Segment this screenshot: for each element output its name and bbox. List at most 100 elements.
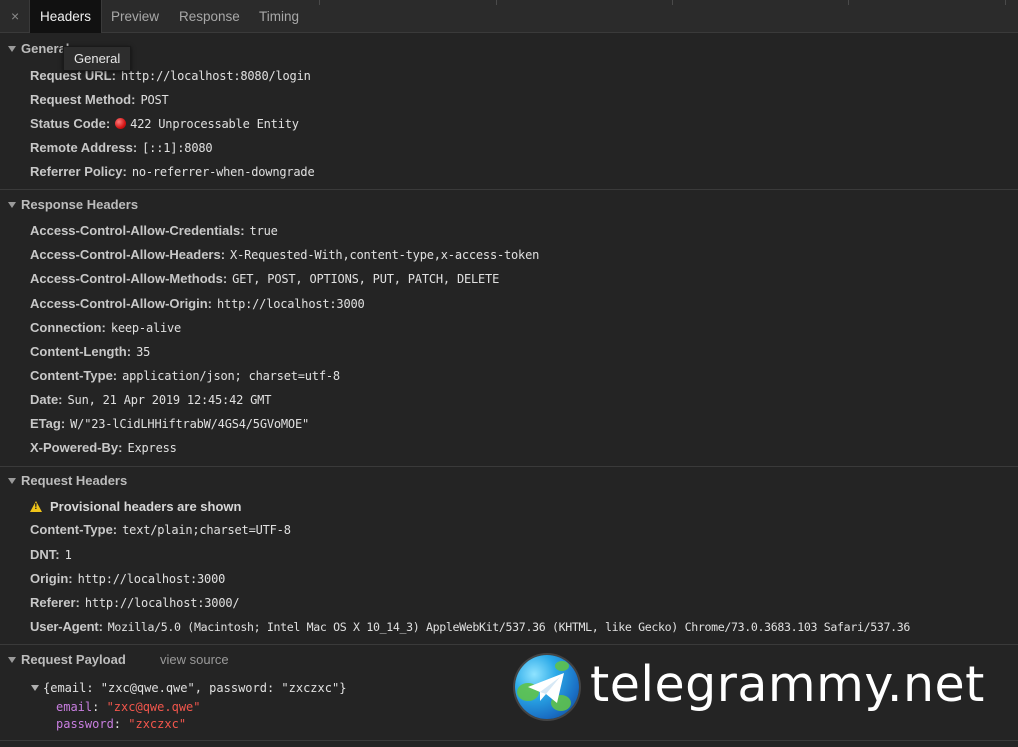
header-row: ETag: W/"23-lCidLHHiftrabW/4GS4/5GVoMOE"	[30, 415, 309, 433]
header-value: W/"23-lCidLHHiftrabW/4GS4/5GVoMOE"	[70, 417, 309, 431]
section-request-payload-header[interactable]: Request Payload	[8, 651, 126, 669]
disclosure-triangle-icon	[8, 202, 16, 208]
header-value: http://localhost:3000	[77, 572, 226, 586]
tab-response[interactable]: Response	[169, 0, 250, 33]
header-value: Mozilla/5.0 (Macintosh; Intel Mac OS X 1…	[107, 620, 911, 634]
header-row: Request Method: POST	[30, 91, 169, 109]
header-name: Referrer Policy:	[30, 164, 127, 179]
header-name: Request Method:	[30, 92, 136, 107]
section-divider	[0, 644, 1018, 645]
section-title: Request Payload	[21, 652, 126, 667]
header-name: ETag:	[30, 416, 66, 431]
disclosure-triangle-icon	[8, 46, 16, 52]
header-row: Access-Control-Allow-Methods: GET, POST, …	[30, 270, 499, 288]
header-name: Status Code:	[30, 116, 111, 131]
header-row: Remote Address: [::1]:8080	[30, 139, 213, 157]
tab-headers[interactable]: Headers	[29, 0, 103, 33]
header-value: http://localhost:8080/login	[120, 69, 311, 83]
header-value: GET, POST, OPTIONS, PUT, PATCH, DELETE	[232, 272, 500, 286]
column-divider	[1005, 0, 1006, 5]
header-value: [::1]:8080	[142, 141, 213, 155]
warning-icon	[30, 501, 42, 512]
column-divider	[319, 0, 320, 5]
column-divider	[848, 0, 849, 5]
header-row: Date: Sun, 21 Apr 2019 12:45:42 GMT	[30, 391, 271, 409]
devtools-network-panel: × Headers Preview Response Timing Genera…	[0, 0, 1018, 747]
header-row: Content-Type: text/plain;charset=UTF-8	[30, 521, 291, 539]
header-value: 422 Unprocessable Entity	[130, 117, 299, 131]
header-name: Content-Type:	[30, 522, 118, 537]
payload-value: "zxc@qwe.qwe"	[106, 700, 201, 714]
disclosure-triangle-icon	[8, 478, 16, 484]
header-row: DNT: 1	[30, 546, 72, 564]
header-name: DNT:	[30, 547, 60, 562]
section-request-headers-header[interactable]: Request Headers	[8, 472, 127, 490]
status-error-icon	[115, 118, 127, 129]
telegram-globe-icon	[515, 655, 579, 719]
header-row: Origin: http://localhost:3000	[30, 570, 225, 588]
header-value: X-Requested-With,content-type,x-access-t…	[230, 248, 540, 262]
section-response-headers-header[interactable]: Response Headers	[8, 196, 138, 214]
section-divider	[0, 466, 1018, 467]
header-name: User-Agent:	[30, 619, 103, 634]
header-row: Referrer Policy: no-referrer-when-downgra…	[30, 163, 315, 181]
header-name: Content-Length:	[30, 344, 132, 359]
header-name: Access-Control-Allow-Methods:	[30, 271, 228, 286]
header-value: http://localhost:3000/	[84, 596, 240, 610]
header-value: http://localhost:3000	[217, 297, 365, 311]
header-value: Express	[127, 441, 177, 455]
payload-field: password: "zxczxc"	[56, 717, 187, 731]
section-general-header[interactable]: General	[8, 40, 69, 58]
header-value: 1	[64, 548, 72, 562]
tooltip: General	[63, 46, 132, 71]
header-name: X-Powered-By:	[30, 440, 123, 455]
header-value: application/json; charset=utf-8	[122, 369, 340, 383]
section-title: Request Headers	[21, 473, 128, 488]
header-name: Origin:	[30, 571, 73, 586]
payload-value: "zxczxc"	[128, 717, 187, 731]
close-icon[interactable]: ×	[11, 8, 19, 24]
header-value: text/plain;charset=UTF-8	[122, 523, 291, 537]
header-value: no-referrer-when-downgrade	[131, 165, 315, 179]
header-row: Access-Control-Allow-Origin: http://local…	[30, 295, 365, 313]
header-name: Date:	[30, 392, 63, 407]
header-row: Status Code: 422 Unprocessable Entity	[30, 115, 299, 133]
watermark-text: telegrammy.net	[590, 656, 985, 713]
tab-preview[interactable]: Preview	[101, 0, 169, 33]
header-row: Content-Type: application/json; charset=u…	[30, 367, 340, 385]
header-row: Connection: keep-alive	[30, 319, 181, 337]
header-row: Referer: http://localhost:3000/	[30, 594, 240, 612]
header-row: Content-Length: 35	[30, 343, 150, 361]
tab-timing[interactable]: Timing	[249, 0, 309, 33]
tab-bar: × Headers Preview Response Timing	[0, 0, 1018, 33]
section-divider	[0, 189, 1018, 190]
header-row: Access-Control-Allow-Headers: X-Requested…	[30, 246, 539, 264]
header-name: Remote Address:	[30, 140, 138, 155]
header-value: true	[249, 224, 278, 238]
expand-triangle-icon	[31, 685, 39, 691]
column-divider	[496, 0, 497, 5]
column-divider	[672, 0, 673, 5]
provisional-warning: Provisional headers are shown	[30, 498, 241, 516]
payload-summary[interactable]: {email: "zxc@qwe.qwe", password: "zxczxc…	[31, 680, 346, 697]
header-value: 35	[136, 345, 151, 359]
header-row: Access-Control-Allow-Credentials: true	[30, 222, 278, 240]
header-row: X-Powered-By: Express	[30, 439, 177, 457]
payload-key: password	[56, 717, 114, 731]
section-divider	[0, 740, 1018, 741]
header-value: keep-alive	[110, 321, 182, 335]
header-name: Access-Control-Allow-Origin:	[30, 296, 213, 311]
payload-object-preview: {email: "zxc@qwe.qwe", password: "zxczxc…	[43, 681, 347, 695]
payload-key: email	[56, 700, 93, 714]
warning-text: Provisional headers are shown	[50, 499, 242, 514]
disclosure-triangle-icon	[8, 657, 16, 663]
header-name: Referer:	[30, 595, 80, 610]
header-value: Sun, 21 Apr 2019 12:45:42 GMT	[67, 393, 272, 407]
header-name: Content-Type:	[30, 368, 118, 383]
header-value: POST	[140, 93, 169, 107]
payload-field: email: "zxc@qwe.qwe"	[56, 700, 201, 714]
section-title: Response Headers	[21, 197, 139, 212]
header-name: Access-Control-Allow-Credentials:	[30, 223, 245, 238]
view-source-link[interactable]: view source	[160, 652, 229, 667]
header-row: User-Agent: Mozilla/5.0 (Macintosh; Intel…	[30, 618, 910, 636]
